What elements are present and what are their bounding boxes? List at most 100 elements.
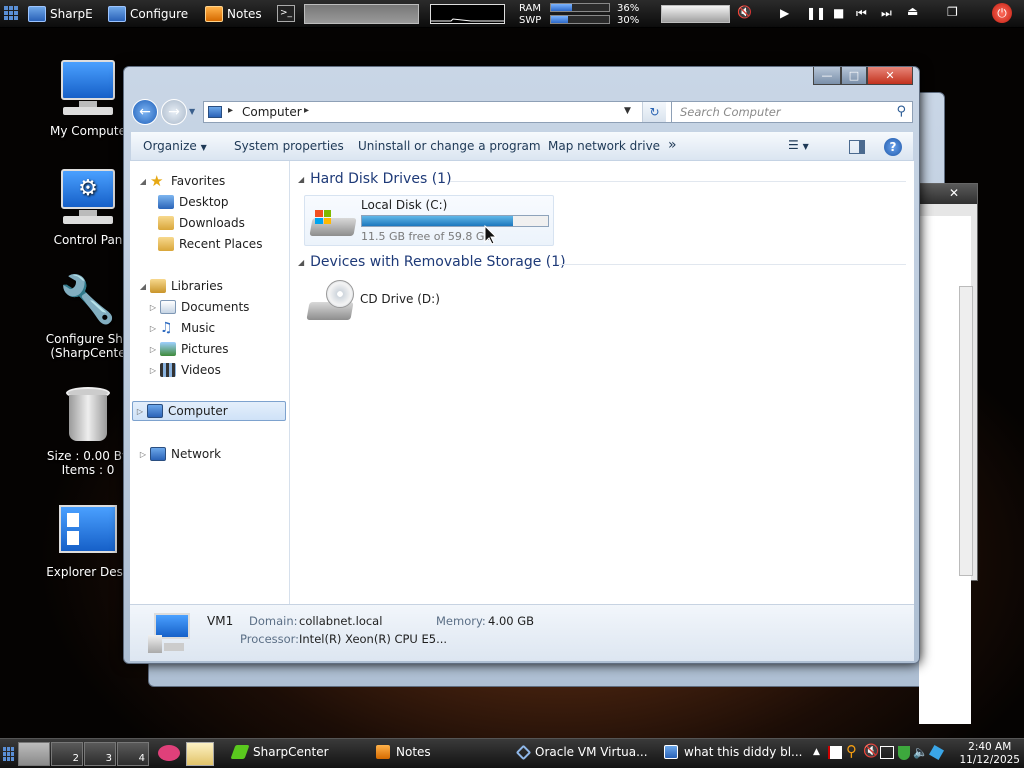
swp-meter-fill (551, 16, 569, 23)
recent-pages-dropdown[interactable]: ▼ (189, 107, 195, 116)
drive-tile-local-disk[interactable]: Local Disk (C:) 11.5 GB free of 59.8 GB (304, 195, 554, 246)
uninstall-program-button[interactable]: Uninstall or change a program (358, 139, 541, 153)
taskbar-slot[interactable] (304, 4, 419, 24)
minimize-button[interactable]: — (813, 67, 841, 85)
launcher-notes[interactable]: Notes (205, 3, 262, 25)
group-header-removable-storage[interactable]: ◢ Devices with Removable Storage (1) (298, 254, 566, 270)
libraries-icon (150, 279, 166, 293)
expand-arrow-icon[interactable]: ◢ (136, 177, 150, 186)
terminal-icon[interactable]: >_ (277, 5, 295, 22)
recent-places-icon (158, 237, 174, 251)
taskbar: 2 3 4 SharpCenter Notes Oracle VM Virtua… (0, 738, 1024, 768)
nav-item-pictures[interactable]: ▷ Pictures (146, 339, 229, 359)
tray-search-icon[interactable]: ⚲ (846, 742, 857, 760)
nav-item-libraries[interactable]: ◢ Libraries (136, 276, 223, 296)
expand-arrow-icon[interactable]: ▷ (146, 324, 160, 333)
expand-arrow-icon[interactable]: ◢ (136, 282, 150, 291)
quicklaunch-lips-icon[interactable] (158, 745, 180, 761)
nav-item-computer[interactable]: ▷ Computer (132, 401, 286, 421)
tray-expand-icon[interactable]: ▲ (813, 747, 820, 757)
explorer-desktop-icon (59, 505, 117, 553)
maximize-button[interactable]: □ (841, 67, 867, 85)
computer-icon (148, 613, 192, 653)
drive-tile-cd-drive[interactable]: CD Drive (D:) (304, 278, 504, 328)
eject-icon[interactable]: ⏏ (907, 4, 918, 18)
mute-icon[interactable]: 🔇 (737, 5, 752, 19)
launcher-configure[interactable]: Configure (108, 3, 188, 25)
notes-icon (376, 745, 390, 759)
power-icon[interactable]: ⏻ (992, 3, 1012, 23)
refresh-icon[interactable]: ↻ (642, 102, 666, 122)
divider (558, 264, 906, 265)
tray-flag-icon[interactable] (828, 746, 842, 759)
windows-icon[interactable]: ❐ (947, 5, 958, 19)
map-network-drive-button[interactable]: Map network drive (548, 139, 660, 153)
search-input[interactable]: Search Computer ⚲ (671, 101, 913, 123)
expand-arrow-icon[interactable]: ▷ (146, 366, 160, 375)
nav-item-favorites[interactable]: ◢ ★ Favorites (136, 171, 225, 191)
expand-arrow-icon[interactable]: ▷ (146, 303, 160, 312)
nav-item-documents[interactable]: ▷ Documents (146, 297, 249, 317)
close-icon[interactable]: ✕ (919, 184, 977, 204)
nav-item-desktop[interactable]: Desktop (158, 192, 229, 212)
breadcrumb-separator[interactable]: ▸ (228, 105, 233, 116)
scrollbar[interactable] (959, 286, 973, 576)
organize-button[interactable]: Organize ▼ (143, 139, 207, 153)
back-button[interactable]: ← (132, 99, 158, 125)
quicklaunch-folder-icon[interactable] (186, 742, 214, 766)
view-options-icon[interactable]: ☰ ▼ (788, 138, 809, 152)
preview-pane-icon[interactable] (849, 140, 865, 154)
nav-item-network[interactable]: ▷ Network (136, 444, 221, 464)
breadcrumb-computer[interactable]: Computer (242, 105, 302, 119)
search-icon: ⚲ (896, 104, 906, 119)
tray-shield-icon[interactable] (898, 746, 910, 760)
collapse-arrow-icon[interactable]: ◢ (298, 258, 304, 267)
expand-arrow-icon[interactable]: ▷ (136, 450, 150, 459)
expand-arrow-icon[interactable]: ▷ (146, 345, 160, 354)
stop-icon[interactable]: ■ (833, 6, 844, 20)
group-header-hard-disk-drives[interactable]: ◢ Hard Disk Drives (1) (298, 171, 452, 187)
tray-cube-icon[interactable] (928, 744, 945, 761)
desktop-pager-2[interactable]: 2 (51, 742, 83, 766)
task-sharpcenter[interactable]: SharpCenter (230, 745, 329, 759)
breadcrumb-separator[interactable]: ▸ (304, 105, 309, 116)
more-commands-button[interactable]: » (668, 137, 677, 153)
computer-name: VM1 (207, 614, 234, 628)
play-icon[interactable]: ▶ (780, 6, 789, 20)
divider (450, 181, 906, 182)
tray-volume-mute-icon[interactable]: 🔇 (863, 744, 879, 759)
pause-icon[interactable]: ❚❚ (806, 6, 826, 20)
desktop-pager-3[interactable]: 3 (84, 742, 116, 766)
next-icon[interactable]: ⏭ (881, 6, 892, 21)
task-browser[interactable]: what this diddy bl... (664, 745, 803, 759)
task-notes[interactable]: Notes (376, 745, 431, 759)
task-oracle-vm[interactable]: Oracle VM Virtua... (515, 744, 648, 760)
top-bar: SharpE Configure Notes >_ RAM SWP 36% 30… (0, 0, 1024, 28)
sharpcenter-icon (230, 745, 250, 759)
help-icon[interactable]: ? (884, 138, 902, 156)
desktop-pager-1[interactable] (18, 742, 50, 766)
background-dialog[interactable]: ✕ (918, 183, 978, 724)
address-dropdown-icon[interactable]: ▼ (624, 106, 631, 116)
clock[interactable]: 2:40 AM 11/12/2025 (959, 741, 1020, 767)
tray-speaker-muted-icon[interactable]: 🔈 (913, 745, 928, 759)
memory-label: Memory: (436, 614, 486, 628)
launcher-sharpe[interactable]: SharpE (28, 3, 93, 25)
close-button[interactable]: ✕ (867, 67, 913, 85)
clock-time: 2:40 AM (968, 741, 1012, 753)
expand-arrow-icon[interactable]: ▷ (133, 407, 147, 416)
volume-slider[interactable] (661, 5, 730, 23)
nav-item-music[interactable]: ▷ ♫ Music (146, 318, 215, 338)
nav-item-downloads[interactable]: Downloads (158, 213, 245, 233)
forward-button[interactable]: → (161, 99, 187, 125)
start-grid-icon[interactable] (3, 747, 15, 761)
desktop-pager-4[interactable]: 4 (117, 742, 149, 766)
nav-item-videos[interactable]: ▷ Videos (146, 360, 221, 380)
computer-icon (147, 404, 163, 418)
menu-grid-icon[interactable] (4, 6, 18, 20)
system-properties-button[interactable]: System properties (234, 139, 344, 153)
tray-network-icon[interactable] (880, 746, 894, 759)
collapse-arrow-icon[interactable]: ◢ (298, 175, 304, 184)
nav-item-recent-places[interactable]: Recent Places (158, 234, 262, 254)
previous-icon[interactable]: ⏮ (856, 6, 867, 21)
